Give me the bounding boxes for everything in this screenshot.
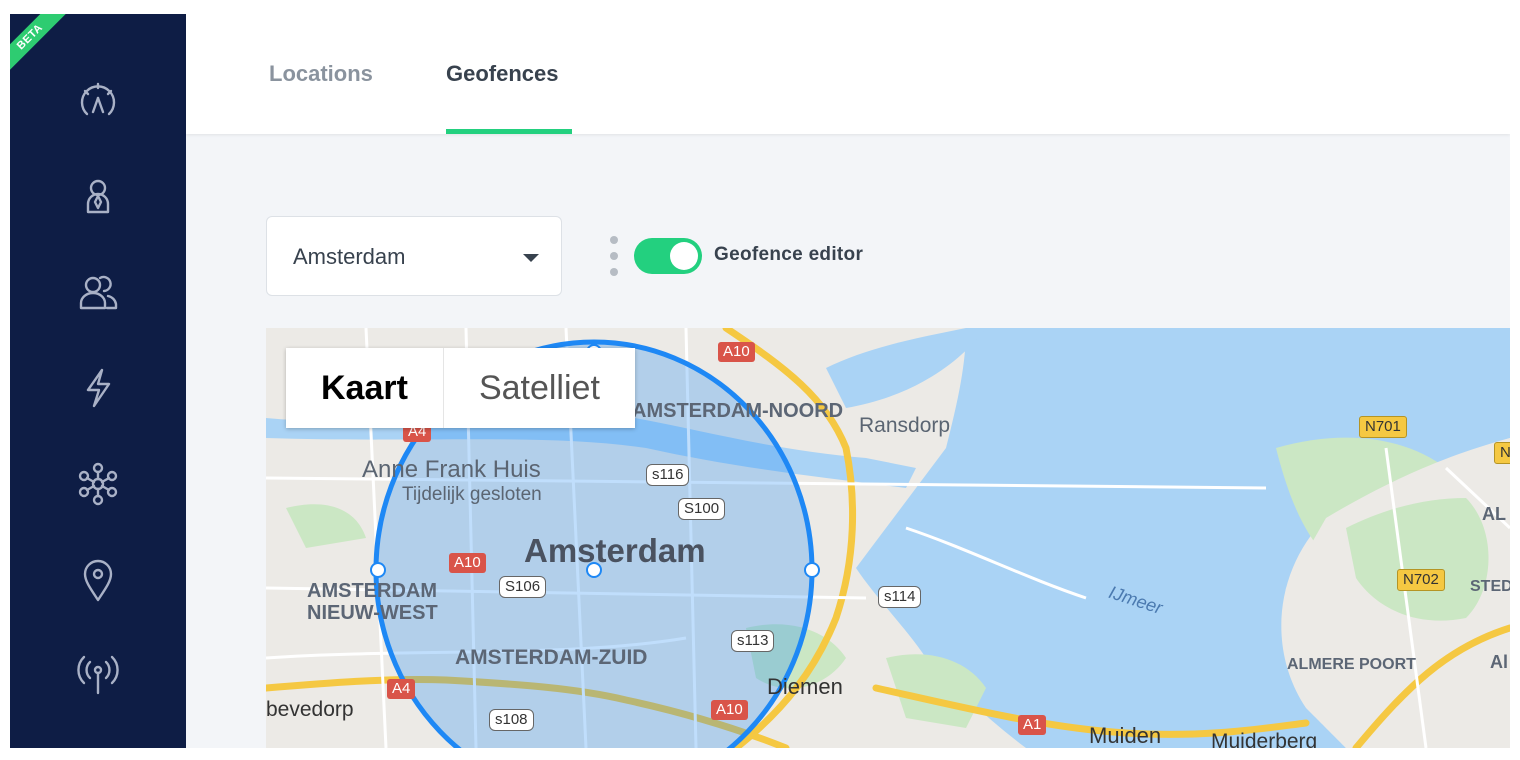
map-type-satelliet-button[interactable]: Satelliet xyxy=(444,348,635,428)
sidebar-item-dashboard[interactable] xyxy=(62,64,134,136)
sidebar-item-users[interactable] xyxy=(62,256,134,328)
map-label-amsterdam: Amsterdam xyxy=(524,532,706,569)
city-select-value: Amsterdam xyxy=(293,244,406,269)
geofence-editor-toggle[interactable] xyxy=(634,238,702,274)
road-shield-s108: s108 xyxy=(489,709,534,731)
map-type-control: Kaart Satelliet xyxy=(286,348,635,428)
drag-handle-icon[interactable] xyxy=(608,236,620,278)
map-label-diemen: Diemen xyxy=(767,674,843,699)
road-shield-a10: A10 xyxy=(718,342,755,362)
sidebar-item-network[interactable] xyxy=(62,448,134,520)
app-window: BETA Locations Geofences Amsterdam Geofe… xyxy=(10,14,1510,748)
map-label-anne-frank: Anne Frank Huis xyxy=(362,456,541,483)
road-shield-s116: s116 xyxy=(646,464,690,486)
road-shield-s106: S106 xyxy=(499,576,547,598)
map-view[interactable]: Amsterdam AMSTERDAM-NOORD Ransdorp Anne … xyxy=(266,328,1510,748)
map-label-muiden: Muiden xyxy=(1089,723,1162,748)
lightning-icon xyxy=(86,368,111,408)
toggle-knob xyxy=(670,242,698,270)
map-label-muiderberg: Muiderberg xyxy=(1211,730,1318,748)
road-shield-s114: s114 xyxy=(878,586,922,608)
dashboard-icon xyxy=(80,82,116,116)
sidebar-item-beacons[interactable] xyxy=(62,638,134,710)
map-label-sted: STED xyxy=(1470,578,1510,595)
sidebar-item-locations[interactable] xyxy=(62,544,134,616)
map-label-nieuw-west-2: NIEUW-WEST xyxy=(307,602,438,624)
road-shield-n7: N7 xyxy=(1494,442,1510,464)
map-label-anne-frank-status: Tijdelijk gesloten xyxy=(402,484,542,505)
broadcast-icon xyxy=(77,655,119,695)
map-label-bevedorp: bevedorp xyxy=(266,698,354,721)
city-select[interactable]: Amsterdam xyxy=(266,216,562,296)
user-icon xyxy=(86,179,110,214)
network-icon xyxy=(78,462,118,506)
road-shield-s113: s113 xyxy=(731,630,775,652)
users-icon xyxy=(79,275,118,310)
sidebar: BETA xyxy=(10,14,186,748)
map-label-al2: Al xyxy=(1490,652,1508,672)
geofence-editor-label: Geofence editor xyxy=(714,244,864,265)
sidebar-item-actions[interactable] xyxy=(62,352,134,424)
road-shield-a1: A1 xyxy=(1018,715,1047,735)
map-label-amsterdam-zuid: AMSTERDAM-ZUID xyxy=(455,646,648,669)
chevron-down-icon xyxy=(523,254,539,262)
map-label-ransdorp: Ransdorp xyxy=(859,414,951,437)
location-pin-icon xyxy=(83,559,113,602)
road-shield-n702: N702 xyxy=(1397,569,1445,591)
tab-bar: Locations Geofences xyxy=(186,14,1510,134)
road-shield-a10: A10 xyxy=(449,553,486,573)
road-shield-a4: A4 xyxy=(387,679,416,699)
tab-geofences[interactable]: Geofences xyxy=(446,14,559,134)
map-label-amsterdam-noord: AMSTERDAM-NOORD xyxy=(632,400,844,422)
map-label-almere-poort: ALMERE POORT xyxy=(1287,656,1416,673)
road-shield-n701: N701 xyxy=(1359,416,1407,438)
map-label-nieuw-west-1: AMSTERDAM xyxy=(307,580,437,602)
road-shield-s100: S100 xyxy=(678,498,726,520)
map-type-kaart-button[interactable]: Kaart xyxy=(286,348,444,428)
road-shield-a10: A10 xyxy=(711,700,748,720)
sidebar-item-user[interactable] xyxy=(62,160,134,232)
active-tab-indicator xyxy=(446,129,572,134)
tab-locations[interactable]: Locations xyxy=(269,14,373,134)
map-label-al: AL xyxy=(1482,504,1506,524)
